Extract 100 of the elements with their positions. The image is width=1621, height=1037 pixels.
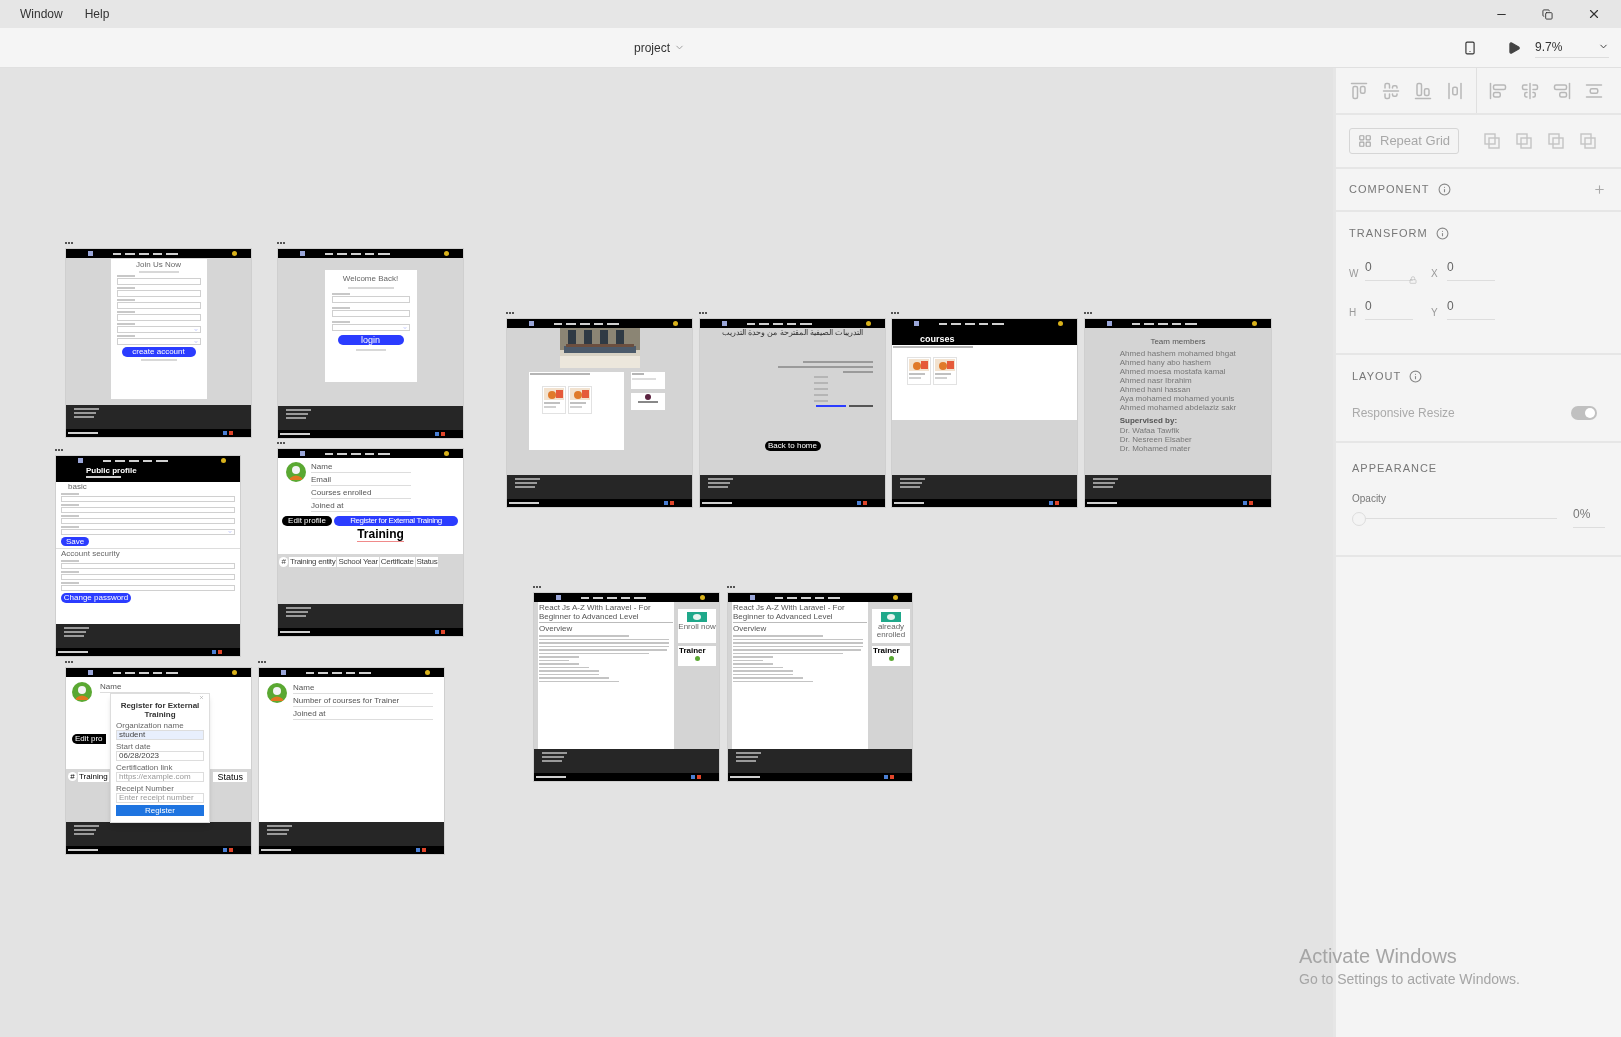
- text-placeholder: [634, 596, 646, 599]
- info-icon[interactable]: [1437, 183, 1451, 196]
- field-label: H: [1349, 305, 1358, 320]
- member-name: Aya mohamed mohamed younis: [1119, 394, 1236, 403]
- text-placeholder: [378, 252, 390, 255]
- text-placeholder: [607, 322, 619, 325]
- unite-icon[interactable]: [1484, 133, 1500, 149]
- input-field[interactable]: https://example.com: [116, 772, 204, 782]
- emblem-icon: [444, 251, 449, 256]
- register-button[interactable]: Register: [116, 805, 204, 816]
- slider-label: Opacity: [1352, 491, 1387, 506]
- section-title: basic: [67, 483, 88, 491]
- text-placeholder: [156, 459, 168, 462]
- back-home-button[interactable]: Back to home: [764, 441, 821, 451]
- align-center-icon[interactable]: [1521, 81, 1539, 100]
- emblem-icon: [232, 251, 237, 256]
- member-name: Ahmed hashem mohamed bhgat: [1119, 349, 1237, 358]
- add-icon[interactable]: [1593, 183, 1606, 196]
- emblem-icon: [425, 670, 430, 675]
- restore-icon[interactable]: [1542, 8, 1553, 20]
- share-icon: [416, 848, 420, 852]
- distribute-icon[interactable]: [1446, 81, 1464, 100]
- column-header: Training entity: [289, 557, 337, 567]
- member-name: Ahmed hani hassan: [1119, 385, 1192, 394]
- video-icon: [229, 431, 233, 435]
- zoom-field[interactable]: 9.7%: [1535, 37, 1609, 58]
- enroll-link[interactable]: already enrolled: [872, 623, 910, 639]
- align-bottom-icon[interactable]: [1414, 81, 1432, 100]
- number-field[interactable]: 0: [1447, 257, 1495, 281]
- input-field[interactable]: student: [116, 730, 204, 740]
- share-icon: [884, 775, 888, 779]
- profile-field: Joined at: [311, 501, 411, 512]
- video-icon: [863, 501, 867, 505]
- edit-profile-button[interactable]: Edit pro: [72, 734, 106, 744]
- section-title: Overview: [733, 625, 768, 633]
- avatar-icon: [286, 462, 306, 482]
- align-left-icon[interactable]: [1489, 81, 1507, 100]
- field-label: Receipt Number: [116, 784, 175, 793]
- distribute-icon[interactable]: [1585, 81, 1603, 100]
- video-icon: [890, 775, 894, 779]
- chevron-icon: [228, 530, 232, 534]
- input-field[interactable]: Enter receipt number: [116, 793, 204, 803]
- text-placeholder: [359, 671, 371, 674]
- section-heading: Training: [357, 528, 404, 542]
- text-placeholder: [800, 322, 812, 325]
- register-training-button[interactable]: Register for External Training: [334, 516, 458, 526]
- member-name: Ahmed hany abo hashem: [1119, 358, 1212, 367]
- input-field[interactable]: 06/28/2023: [116, 751, 204, 761]
- phone-icon[interactable]: [1463, 40, 1477, 55]
- video-icon: [670, 501, 674, 505]
- enroll-link[interactable]: Enroll now: [678, 623, 716, 631]
- share-icon: [435, 630, 439, 634]
- share-icon: [691, 775, 695, 779]
- opacity-field[interactable]: 0%: [1573, 504, 1605, 528]
- logo-icon: [722, 321, 727, 326]
- number-field[interactable]: 0: [1365, 296, 1413, 320]
- change-password-button[interactable]: Change password: [61, 593, 131, 603]
- lock-icon[interactable]: [1409, 275, 1417, 284]
- text-placeholder: [166, 252, 178, 255]
- align-top-icon[interactable]: [1350, 81, 1368, 100]
- login-button[interactable]: login: [337, 335, 404, 345]
- number-field[interactable]: 0: [1365, 257, 1413, 281]
- play-icon[interactable]: [1507, 40, 1521, 55]
- field-label: W: [1349, 266, 1359, 281]
- close-icon[interactable]: [1587, 7, 1601, 21]
- card-title: Trainer: [679, 647, 707, 655]
- profile-field: Courses enrolled: [311, 488, 411, 499]
- emblem-icon: [221, 458, 226, 463]
- subtract-icon[interactable]: [1516, 133, 1532, 149]
- align-right-icon[interactable]: [1553, 81, 1571, 100]
- column-header: Training: [78, 772, 109, 782]
- menu-item[interactable]: Help: [84, 5, 110, 23]
- create-account-button[interactable]: create account: [121, 347, 196, 357]
- card-title: Join Us Now: [136, 261, 181, 269]
- video-icon: [1055, 501, 1059, 505]
- logo-icon: [750, 595, 755, 600]
- info-icon[interactable]: [1409, 369, 1423, 383]
- course-title: React Js A-Z With Laravel - For Beginner to Advanced Level: [539, 603, 673, 623]
- toggle-label: Responsive Resize: [1352, 404, 1455, 422]
- chevron-icon: [193, 339, 198, 344]
- grid-icon: [1358, 134, 1372, 148]
- text-placeholder: [1185, 322, 1197, 325]
- document-title[interactable]: project: [634, 38, 671, 57]
- menu-item[interactable]: Window: [20, 5, 63, 23]
- member-name: Ahmed nasr Ibrahim: [1119, 376, 1193, 385]
- text-placeholder: [828, 596, 840, 599]
- intersect-icon[interactable]: [1548, 133, 1564, 149]
- page-title: courses: [920, 335, 955, 344]
- edit-profile-button[interactable]: Edit profile: [282, 516, 332, 526]
- avatar-icon: [694, 656, 700, 661]
- logo-icon: [88, 251, 93, 256]
- share-icon: [223, 431, 227, 435]
- info-icon[interactable]: [1435, 226, 1449, 240]
- save-button[interactable]: Save: [61, 537, 89, 546]
- video-icon: [229, 848, 233, 852]
- exclude-icon[interactable]: [1580, 133, 1596, 149]
- align-middle-icon[interactable]: [1382, 81, 1400, 100]
- text-placeholder: [166, 671, 178, 674]
- number-field[interactable]: 0: [1447, 296, 1495, 320]
- video-icon: [218, 650, 222, 654]
